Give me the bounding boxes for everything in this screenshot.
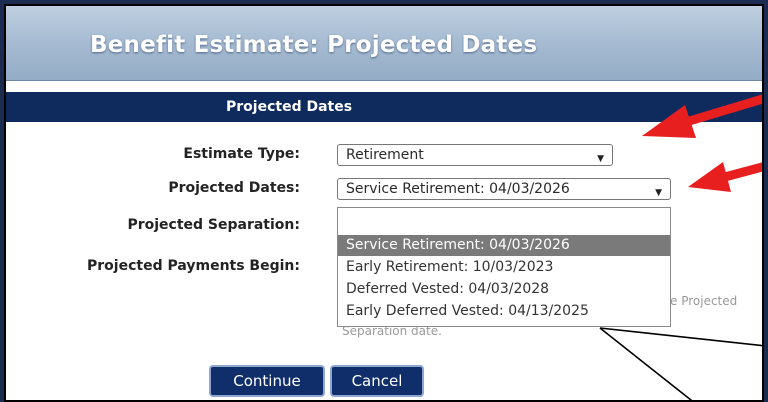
annotation-arrow-projected-dates [688, 162, 762, 192]
annotation-overlay [599, 94, 762, 400]
annotation-pointer-lines [599, 327, 762, 400]
app-frame: Benefit Estimate: Projected Dates Projec… [4, 4, 764, 402]
annotation-arrow-estimate-type [642, 94, 762, 138]
